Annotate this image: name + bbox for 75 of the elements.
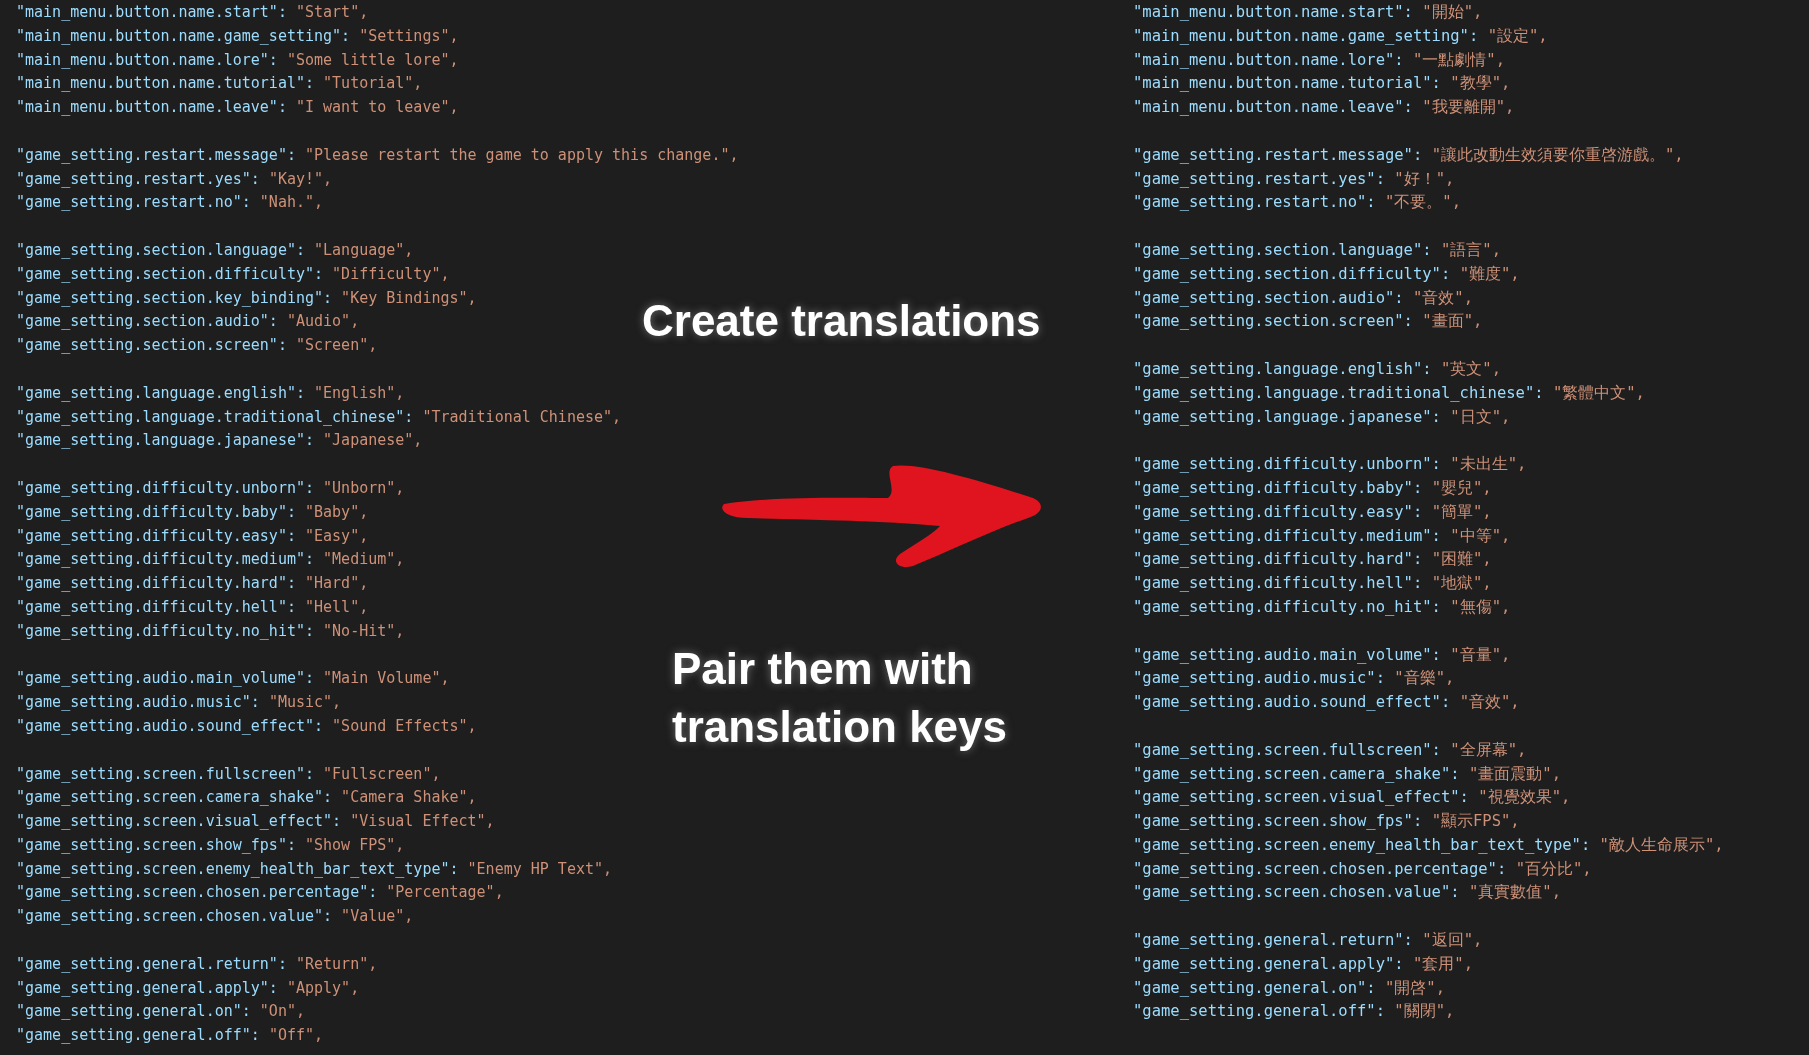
code-line: "game_setting.difficulty.no_hit": "無傷",	[1133, 596, 1511, 618]
code-line: "game_setting.screen.visual_effect": "視覺效果",	[1133, 787, 1571, 809]
code-line: "game_setting.difficulty.easy": "簡單",	[1133, 501, 1492, 523]
code-line: "game_setting.difficulty.medium": "中等",	[1133, 525, 1511, 547]
code-line: "main_menu.button.name.leave": "我要離開",	[1133, 97, 1515, 119]
code-line: "game_setting.language.japanese": "Japanese",	[16, 430, 423, 452]
code-line: "game_setting.audio.sound_effect": "音效",	[1133, 692, 1520, 714]
code-line: "game_setting.section.difficulty": "難度",	[1133, 263, 1520, 285]
code-line: "game_setting.section.screen": "Screen",	[16, 335, 378, 357]
code-line: "game_setting.screen.fullscreen": "Fullscreen",	[16, 763, 441, 785]
code-line: "game_setting.screen.fullscreen": "全屏幕",	[1133, 739, 1527, 761]
code-line: "game_setting.screen.chosen.value": "真實數值",	[1133, 882, 1561, 904]
code-line: "game_setting.general.on": "開啓",	[1133, 977, 1445, 999]
code-line: "game_setting.difficulty.unborn": "未出生",	[1133, 454, 1527, 476]
code-line: "game_setting.section.screen": "畫面",	[1133, 311, 1483, 333]
caption: Pair them with translation keys	[672, 643, 1009, 753]
code-line: "game_setting.difficulty.hard": "困難",	[1133, 549, 1492, 571]
code-line: "game_setting.difficulty.baby": "嬰兒",	[1133, 477, 1492, 499]
code-line: "game_setting.screen.chosen.percentage": "百分比",	[1133, 858, 1592, 880]
code-line: "main_menu.button.name.lore": "一點劇情",	[1133, 49, 1505, 71]
code-line: "game_setting.screen.enemy_health_bar_text_type": "敵人生命展示",	[1133, 834, 1724, 856]
code-line: "game_setting.difficulty.baby": "Baby",	[16, 501, 369, 523]
code-line: "game_setting.general.off": "Off",	[16, 1025, 324, 1047]
code-line: "game_setting.restart.no": "不要。",	[1133, 192, 1461, 214]
code-line: "game_setting.restart.message": "讓此改動生效須要你重啓游戲。",	[1133, 144, 1684, 166]
code-line: "game_setting.general.off": "關閉",	[1133, 1001, 1455, 1023]
code-line: "game_setting.screen.visual_effect": "Visual Effect",	[16, 811, 495, 833]
code-line: "game_setting.general.apply": "套用",	[1133, 953, 1473, 975]
code-line: "game_setting.audio.music": "音樂",	[1133, 668, 1455, 690]
code-line: "game_setting.section.language": "Language",	[16, 239, 414, 261]
code-line: "game_setting.screen.show_fps": "顯示FPS",	[1133, 811, 1520, 833]
code-line: "main_menu.button.name.start": "開始",	[1133, 2, 1483, 23]
code-line: "game_setting.screen.enemy_health_bar_text_type": "Enemy HP Text",	[16, 858, 613, 880]
code-line: "game_setting.audio.music": "Music",	[16, 692, 342, 714]
caption: Create translations	[642, 295, 1041, 347]
code-line: "main_menu.button.name.lore": "Some little lore",	[16, 49, 459, 71]
code-line: "game_setting.audio.sound_effect": "Sound Effects",	[16, 715, 477, 737]
code-line: "game_setting.language.traditional_chinese": "Traditional Chinese",	[16, 406, 622, 428]
code-line: "main_menu.button.name.game_setting": "設定",	[1133, 25, 1548, 47]
code-line: "game_setting.language.traditional_chinese": "繁體中文",	[1133, 382, 1645, 404]
code-line: "game_setting.section.audio": "Audio",	[16, 311, 360, 333]
code-line: "game_setting.section.audio": "音效",	[1133, 287, 1473, 309]
code-line: "game_setting.screen.chosen.percentage": "Percentage",	[16, 882, 504, 904]
code-line: "game_setting.language.japanese": "日文",	[1133, 406, 1511, 428]
code-line: "game_setting.difficulty.easy": "Easy",	[16, 525, 369, 547]
code-line: "game_setting.difficulty.unborn": "Unborn",	[16, 477, 405, 499]
code-line: "game_setting.audio.main_volume": "Main Volume",	[16, 668, 450, 690]
code-line: "game_setting.general.return": "返回",	[1133, 930, 1483, 952]
code-line: "game_setting.restart.message": "Please restart the game to apply this change.",	[16, 144, 739, 166]
code-line: "game_setting.restart.yes": "好！",	[1133, 168, 1455, 190]
code-line: "game_setting.section.key_binding": "Key Bindings",	[16, 287, 477, 309]
code-line: "game_setting.screen.camera_shake": "畫面震動",	[1133, 763, 1561, 785]
code-line: "game_setting.general.apply": "Apply",	[16, 977, 360, 999]
code-line: "game_setting.language.english": "English",	[16, 382, 405, 404]
code-line: "game_setting.screen.camera_shake": "Camera Shake",	[16, 787, 477, 809]
code-line: "game_setting.difficulty.hard": "Hard",	[16, 573, 369, 595]
code-line: "game_setting.difficulty.hell": "Hell",	[16, 596, 369, 618]
code-line: "game_setting.difficulty.no_hit": "No-Hit",	[16, 620, 405, 642]
code-line: "game_setting.difficulty.medium": "Medium",	[16, 549, 405, 571]
code-line: "main_menu.button.name.leave": "I want to leave",	[16, 97, 459, 119]
code-line: "game_setting.section.language": "語言",	[1133, 239, 1501, 261]
code-line: "game_setting.screen.show_fps": "Show FPS",	[16, 834, 405, 856]
code-line: "game_setting.audio.main_volume": "音量",	[1133, 644, 1511, 666]
code-line: "game_setting.language.english": "英文",	[1133, 358, 1501, 380]
code-line: "game_setting.restart.yes": "Kay!",	[16, 168, 333, 190]
code-line: "game_setting.general.on": "On",	[16, 1001, 305, 1023]
code-line: "game_setting.section.difficulty": "Difficulty",	[16, 263, 450, 285]
code-line: "main_menu.button.name.start": "Start",	[16, 2, 369, 23]
code-line: "game_setting.screen.chosen.value": "Value",	[16, 906, 414, 928]
code-line: "game_setting.difficulty.hell": "地獄",	[1133, 573, 1492, 595]
code-line: "game_setting.general.return": "Return",	[16, 953, 378, 975]
code-line: "main_menu.button.name.tutorial": "Tutorial",	[16, 73, 423, 95]
code-line: "game_setting.restart.no": "Nah.",	[16, 192, 324, 214]
code-line: "main_menu.button.name.tutorial": "教學",	[1133, 73, 1511, 95]
code-line: "main_menu.button.name.game_setting": "Settings",	[16, 25, 459, 47]
